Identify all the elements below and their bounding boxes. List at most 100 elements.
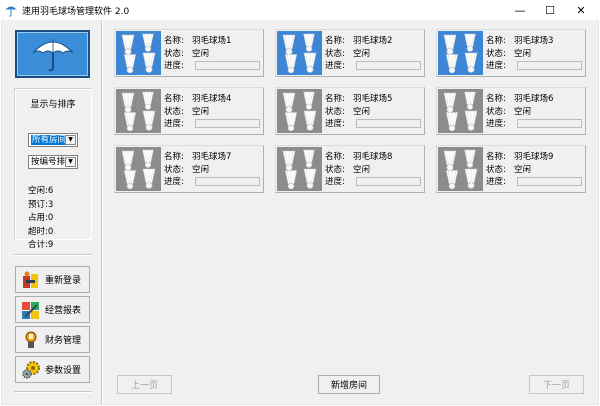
shuttlecock-icon [277,147,322,191]
court-progress-bar [195,119,260,128]
finance-label: 财务管理 [45,336,82,346]
room-filter-select[interactable]: 所有房间 ▼ [28,133,78,147]
shuttlecock-icon [438,31,483,75]
progress-label: 进度: [486,119,506,129]
stat-total: 合计:9 [28,240,54,250]
court-progress-bar [517,177,582,186]
court-progress-bar [517,61,582,70]
report-icon [21,300,41,320]
progress-label: 进度: [164,177,184,187]
shuttlecock-icon [277,31,322,75]
name-label: 名称: [164,36,184,46]
umbrella-icon [32,39,73,72]
minimize-icon: — [514,3,526,17]
name-label: 名称: [325,94,345,104]
status-label: 状态: [325,48,345,59]
court-status: 空闲 [192,164,210,175]
court-status: 空闲 [192,48,210,59]
progress-label: 进度: [325,119,345,129]
court-card[interactable]: 名称: 羽毛球场9 状态: 空闲 进度: [436,145,586,193]
shuttlecock-icon [116,31,161,75]
court-card[interactable]: 名称: 羽毛球场1 状态: 空闲 进度: [114,29,264,77]
next-page-button[interactable]: 下一页 [529,375,584,394]
panel-divider [101,20,103,405]
name-label: 名称: [486,36,506,46]
court-card[interactable]: 名称: 羽毛球场7 状态: 空闲 进度: [114,145,264,193]
stat-occupied: 占用:0 [28,213,54,223]
court-progress-bar [356,177,421,186]
close-button[interactable]: ✕ [566,0,596,20]
name-label: 名称: [164,152,184,162]
court-progress-bar [356,119,421,128]
name-label: 名称: [486,94,506,104]
court-name: 羽毛球场1 [192,36,232,46]
court-name: 羽毛球场5 [353,94,393,104]
court-status: 空闲 [353,48,371,59]
stat-reserved: 预订:3 [28,199,54,210]
sort-order-select[interactable]: 按编号排 ▼ [28,155,78,169]
status-label: 状态: [164,48,184,59]
court-progress-bar [356,61,421,70]
court-progress-bar [517,119,582,128]
settings-button[interactable]: 参数设置 [15,356,90,383]
status-label: 状态: [486,48,506,59]
shuttlecock-icon [116,147,161,191]
court-card[interactable]: 名称: 羽毛球场6 状态: 空闲 进度: [436,87,586,135]
minimize-button[interactable]: — [505,0,535,20]
shuttlecock-icon [116,89,161,133]
stat-overtime: 超时:0 [28,226,54,237]
progress-label: 进度: [164,61,184,71]
status-label: 状态: [486,106,506,117]
progress-label: 进度: [164,119,184,129]
chevron-down-icon: ▼ [65,157,76,167]
court-name: 羽毛球场7 [192,152,232,162]
court-card[interactable]: 名称: 羽毛球场4 状态: 空闲 进度: [114,87,264,135]
court-name: 羽毛球场8 [353,152,393,162]
relogin-button[interactable]: 重新登录 [15,266,90,293]
shuttlecock-icon [438,89,483,133]
finance-button[interactable]: 财务管理 [15,326,90,353]
title-bar: 速用羽毛球场管理软件 2.0 — ☐ ✕ [0,0,600,20]
main-window: 显示与排序 所有房间 ▼ 按编号排 ▼ 空闲:6 预订:3 占用:0 超时:0 … [1,20,599,405]
maximize-button[interactable]: ☐ [535,0,565,20]
court-status: 空闲 [192,106,210,117]
court-name: 羽毛球场9 [514,152,554,162]
close-icon: ✕ [576,3,586,17]
prev-page-button[interactable]: 上一页 [117,375,172,394]
app-umbrella-icon [5,6,17,17]
report-button[interactable]: 经营报表 [15,296,90,323]
finance-icon [21,330,41,350]
court-card[interactable]: 名称: 羽毛球场8 状态: 空闲 进度: [275,145,425,193]
court-name: 羽毛球场4 [192,94,232,104]
court-card[interactable]: 名称: 羽毛球场2 状态: 空闲 进度: [275,29,425,77]
status-label: 状态: [164,164,184,175]
stats-list: 空闲:6 预订:3 占用:0 超时:0 合计:9 [28,185,53,253]
sort-order-value: 按编号排 [31,157,66,167]
progress-label: 进度: [486,61,506,71]
status-label: 状态: [164,106,184,117]
window-title: 速用羽毛球场管理软件 2.0 [22,7,130,17]
room-filter-value: 所有房间 [31,135,68,145]
status-label: 状态: [486,164,506,175]
shuttlecock-icon [277,89,322,133]
report-label: 经营报表 [45,306,82,316]
court-status: 空闲 [514,164,532,175]
progress-label: 进度: [325,61,345,71]
divider [14,254,92,256]
court-status: 空闲 [353,106,371,117]
court-name: 羽毛球场2 [353,36,393,46]
name-label: 名称: [486,152,506,162]
status-label: 状态: [325,164,345,175]
add-room-button[interactable]: 新增房间 [318,375,380,394]
maximize-icon: ☐ [545,3,555,17]
court-progress-bar [195,61,260,70]
relogin-icon [21,270,41,290]
settings-gear-icon [21,360,41,380]
progress-label: 进度: [486,177,506,187]
status-label: 状态: [325,106,345,117]
court-card[interactable]: 名称: 羽毛球场5 状态: 空闲 进度: [275,87,425,135]
stat-free: 空闲:6 [28,186,54,196]
court-card[interactable]: 名称: 羽毛球场3 状态: 空闲 进度: [436,29,586,77]
name-label: 名称: [325,152,345,162]
progress-label: 进度: [325,177,345,187]
